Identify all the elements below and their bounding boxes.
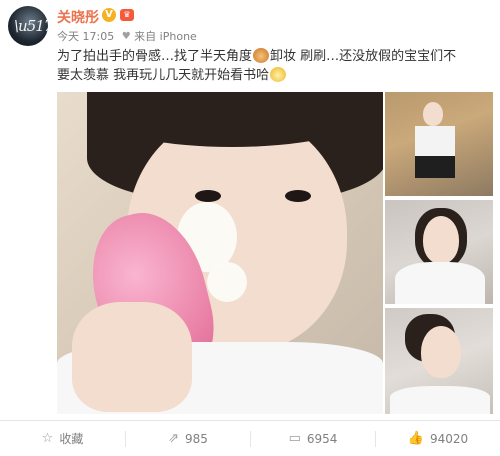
photo-thumbnail[interactable] (385, 92, 493, 196)
thumbs-up-icon: 👍 (407, 431, 424, 446)
vip-crown-icon: ♛ (120, 9, 134, 21)
post-time[interactable]: 今天 17:05 (57, 28, 114, 44)
action-bar: ☆ 收藏 ⇗ 985 ▭ 6954 👍 94020 (0, 421, 500, 456)
post-text: 为了拍出手的骨感…找了半天角度 卸妆 刷刷…还没放假的宝宝们不要太羡慕 我再玩儿几… (57, 47, 457, 85)
post-meta: 今天 17:05 ♥ 来自 iPhone (57, 28, 197, 44)
comment-icon: ▭ (288, 431, 301, 446)
heart-icon: ♥ (121, 30, 131, 42)
repost-count: 985 (185, 431, 208, 446)
favorite-button[interactable]: ☆ 收藏 (0, 421, 125, 456)
avatar[interactable]: \u5173 (8, 6, 48, 46)
photo-thumbnail[interactable] (385, 200, 493, 304)
dog-emoji-icon (270, 67, 287, 82)
weibo-post: \u5173 关晓彤 V ♛ 今天 17:05 ♥ 来自 iPhone 为了拍出… (0, 0, 500, 456)
star-icon: ☆ (41, 431, 54, 446)
photo-thumbnail[interactable] (385, 308, 493, 414)
comment-count: 6954 (306, 431, 338, 446)
verified-badge-icon: V (102, 8, 116, 22)
photo-grid (57, 92, 493, 416)
repost-button[interactable]: ⇗ 985 (126, 421, 250, 456)
like-count: 94020 (430, 431, 469, 446)
repost-icon: ⇗ (168, 431, 179, 446)
post-text-part1: 为了拍出手的骨感…找了半天角度 (57, 49, 253, 64)
main-photo[interactable] (57, 92, 383, 414)
comment-button[interactable]: ▭ 6954 (251, 421, 375, 456)
cat-emoji-icon (253, 48, 270, 63)
username[interactable]: 关晓彤 (57, 7, 99, 27)
source-label[interactable]: iPhone (160, 30, 197, 43)
like-button[interactable]: 👍 94020 (376, 421, 500, 456)
source-prefix: 来自 (134, 30, 157, 43)
favorite-label: 收藏 (59, 432, 84, 446)
